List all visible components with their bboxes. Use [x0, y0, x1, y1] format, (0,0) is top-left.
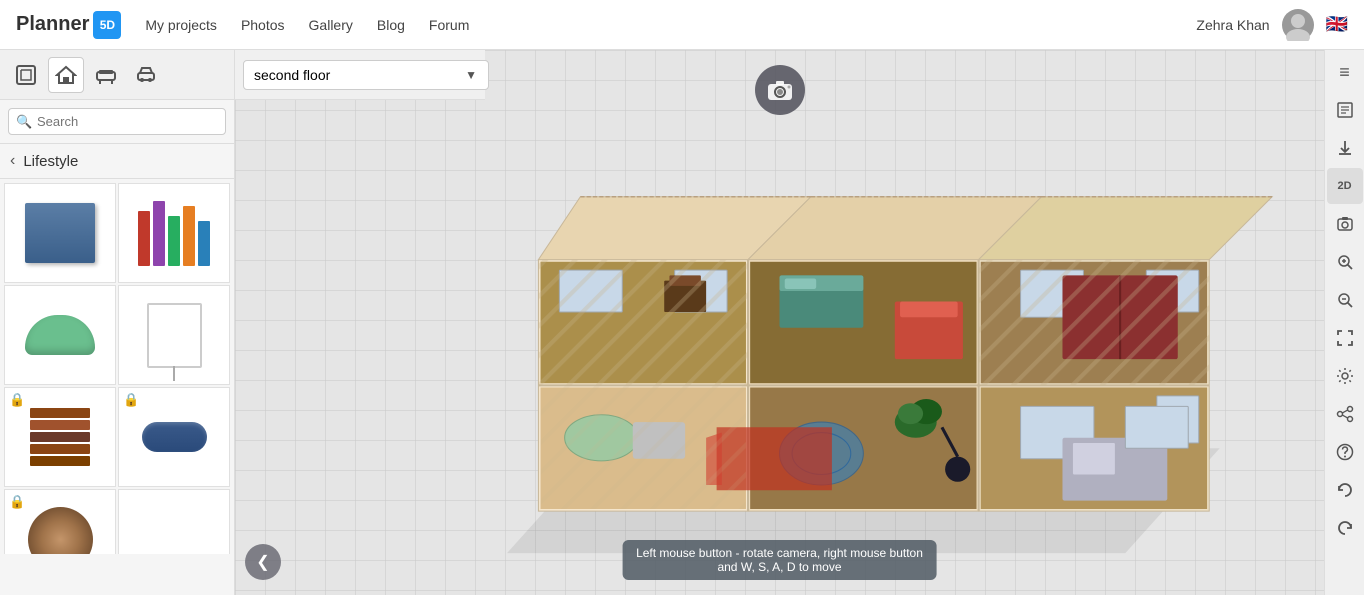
user-avatar[interactable]: [1282, 9, 1314, 41]
search-input[interactable]: [8, 108, 226, 135]
item-whiteboard: [147, 303, 202, 368]
zoom-out-icon: [1336, 291, 1354, 309]
fullscreen-icon: [1336, 329, 1354, 347]
car-button[interactable]: [128, 57, 164, 93]
category-header[interactable]: ‹ Lifestyle: [0, 144, 234, 179]
list-item[interactable]: [4, 183, 116, 283]
list-item[interactable]: 🔒: [4, 489, 116, 554]
2d-button[interactable]: 2D: [1327, 168, 1363, 204]
zoom-in-icon: [1336, 253, 1354, 271]
icon-row: [0, 50, 234, 100]
header-right: Zehra Khan 🇬🇧: [1196, 9, 1348, 41]
item-whiteboard-wrapper: [147, 303, 202, 368]
menu-icon: ≡: [1339, 62, 1350, 83]
nav-my-projects[interactable]: My projects: [145, 17, 217, 33]
furniture-button[interactable]: [88, 57, 124, 93]
item-blue-book: [25, 203, 95, 263]
help-icon: [1336, 443, 1354, 461]
settings-icon: [1336, 367, 1354, 385]
download-button[interactable]: [1327, 130, 1363, 166]
menu-button[interactable]: ≡: [1327, 54, 1363, 90]
home-button[interactable]: [48, 57, 84, 93]
2d-label: 2D: [1337, 180, 1351, 192]
header: Planner 5D My projects Photos Gallery Bl…: [0, 0, 1364, 50]
floor-selector-row: first floor second floor third floor ▼: [235, 50, 485, 100]
logo-icon: 5D: [93, 11, 121, 39]
main-view[interactable]: Left mouse button - rotate camera, right…: [235, 50, 1324, 595]
floor-selector[interactable]: first floor second floor third floor: [243, 60, 489, 90]
logo-text: Planner: [16, 13, 89, 36]
files-icon: [1336, 101, 1354, 119]
search-row: 🔍: [0, 100, 234, 144]
flag-icon: 🇬🇧: [1326, 14, 1348, 35]
zoom-out-button[interactable]: [1327, 282, 1363, 318]
list-item[interactable]: [4, 285, 116, 385]
search-wrapper: 🔍: [8, 108, 226, 135]
item-books-pile: [30, 408, 90, 466]
list-item[interactable]: [118, 285, 230, 385]
help-button[interactable]: [1327, 434, 1363, 470]
left-toolbar: 🔍 ‹ Lifestyle: [0, 50, 235, 595]
items-grid: 🔒 🔒 🔒: [0, 179, 234, 554]
logo[interactable]: Planner 5D: [16, 11, 121, 39]
item-books-stack: [138, 201, 210, 266]
nav-blog[interactable]: Blog: [377, 17, 405, 33]
main-nav: My projects Photos Gallery Blog Forum: [145, 17, 489, 33]
list-item[interactable]: 🔒: [4, 387, 116, 487]
download-icon: [1336, 139, 1354, 157]
list-item[interactable]: 🔒: [118, 387, 230, 487]
files-button[interactable]: [1327, 92, 1363, 128]
fullscreen-button[interactable]: [1327, 320, 1363, 356]
settings-button[interactable]: [1327, 358, 1363, 394]
item-rug-circle: [28, 507, 93, 555]
share-icon: [1336, 405, 1354, 423]
screenshot-button[interactable]: [1327, 206, 1363, 242]
lock-icon: 🔒: [9, 494, 25, 510]
lock-icon: 🔒: [123, 392, 139, 408]
item-tub-wrapper: [25, 315, 95, 355]
back-arrow-icon: ‹: [10, 152, 15, 170]
list-item[interactable]: [118, 489, 230, 554]
undo-icon: [1336, 481, 1354, 499]
user-name: Zehra Khan: [1196, 17, 1269, 33]
nav-photos[interactable]: Photos: [241, 17, 285, 33]
undo-button[interactable]: [1327, 472, 1363, 508]
screenshot-icon: [1336, 215, 1354, 233]
redo-icon: [1336, 519, 1354, 537]
share-button[interactable]: [1327, 396, 1363, 432]
item-bolster: [142, 422, 207, 452]
nav-arrow-left-button[interactable]: ❮: [245, 544, 281, 580]
search-icon: 🔍: [16, 114, 32, 130]
new-plan-button[interactable]: [8, 57, 44, 93]
list-item[interactable]: [118, 183, 230, 283]
right-sidebar: ≡ 2D: [1324, 50, 1364, 595]
lock-icon: 🔒: [9, 392, 25, 408]
house-3d-view: [235, 50, 1324, 595]
category-label: Lifestyle: [23, 153, 78, 170]
redo-button[interactable]: [1327, 510, 1363, 546]
camera-button[interactable]: [755, 65, 805, 115]
zoom-in-button[interactable]: [1327, 244, 1363, 280]
item-tub: [25, 315, 95, 355]
nav-forum[interactable]: Forum: [429, 17, 469, 33]
nav-gallery[interactable]: Gallery: [309, 17, 353, 33]
